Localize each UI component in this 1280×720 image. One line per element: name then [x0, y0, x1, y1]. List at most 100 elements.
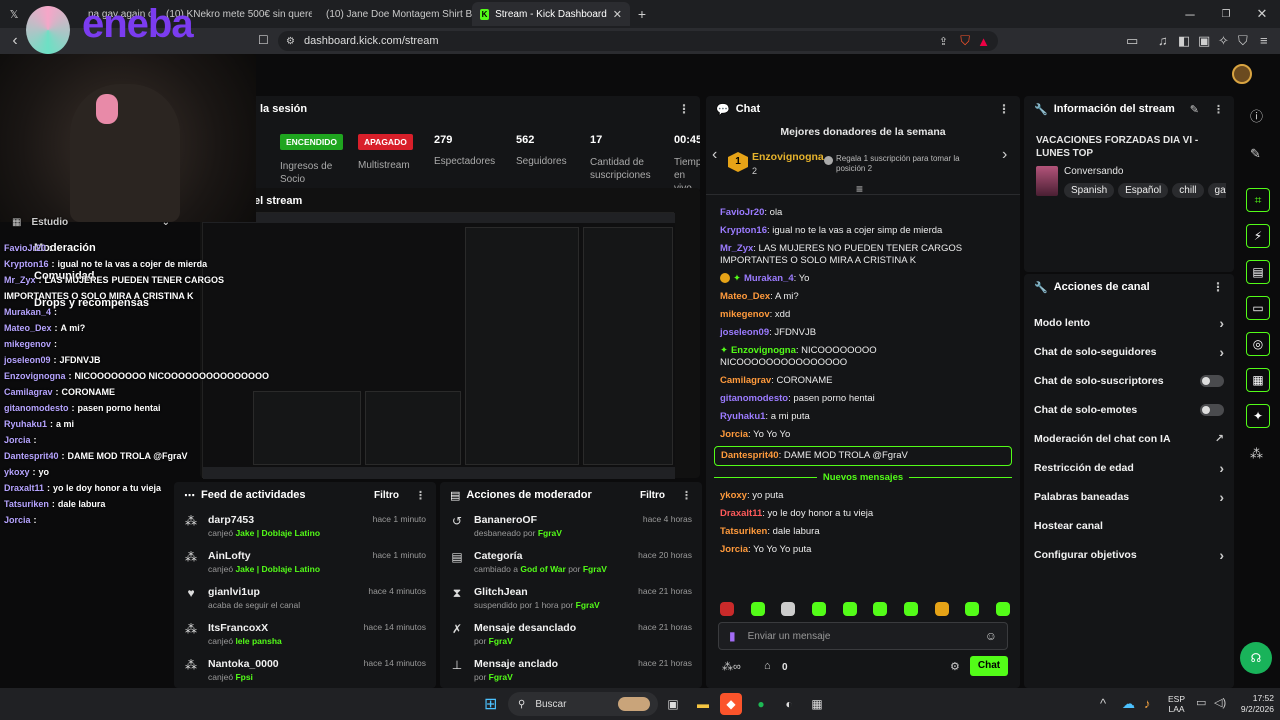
mic-icon[interactable]: ▮	[729, 629, 736, 643]
add-widget-icon[interactable]: ⁂	[1250, 446, 1263, 462]
chat-username[interactable]: Tatsuriken	[720, 526, 767, 537]
emote-icon[interactable]	[995, 602, 1010, 616]
chat-username[interactable]: Mr_Zyx	[720, 243, 753, 254]
user-avatar[interactable]	[1232, 64, 1252, 84]
feed-name[interactable]: Categoría	[474, 550, 628, 562]
sidebar-icon[interactable]: ▭	[1126, 33, 1138, 49]
channel-action-row[interactable]: Restricción de edad ›	[1024, 453, 1234, 482]
chat-username[interactable]: Tatsuriken	[4, 496, 49, 512]
chat-username[interactable]: Ryuhaku1	[4, 416, 47, 432]
emote-icon[interactable]	[750, 602, 765, 616]
emote-icon[interactable]	[842, 602, 857, 616]
chat-settings-icon[interactable]: ⚙	[950, 660, 960, 673]
chat-username[interactable]: ykoxy	[4, 464, 30, 480]
channel-action-row[interactable]: Modo lento ›	[1024, 308, 1234, 337]
rail-tools-button[interactable]: ✦	[1246, 404, 1270, 428]
store-icon[interactable]: ⌂	[764, 660, 771, 672]
chat-username[interactable]: joseleon09	[720, 327, 769, 338]
chat-username[interactable]: Mateo_Dex	[4, 320, 52, 336]
feed-name[interactable]: ItsFrancoxX	[208, 622, 354, 634]
activity-filter-button[interactable]: Filtro	[374, 490, 399, 501]
emote-icon[interactable]	[720, 602, 734, 616]
more-options-icon[interactable]: ⋮	[678, 102, 690, 116]
chat-options-icon[interactable]: ⋮	[998, 102, 1010, 116]
emoji-icon[interactable]: ☺	[985, 629, 997, 643]
taskbar-search[interactable]: ⚲ Buscar	[508, 692, 658, 716]
rail-chat-button[interactable]: ▭	[1246, 296, 1270, 320]
tray-lang[interactable]: ESP LAA	[1168, 694, 1185, 714]
emote-icon[interactable]	[873, 602, 888, 616]
chat-username[interactable]: FavioJr20	[4, 240, 46, 256]
chat-username[interactable]: Enzovignogna	[731, 345, 796, 356]
emote-icon[interactable]	[965, 602, 980, 616]
tag-pill[interactable]: Español	[1118, 183, 1169, 198]
chat-username[interactable]: Jorcia	[720, 429, 748, 440]
feed-target[interactable]: Fpsi	[235, 672, 252, 682]
tag-pill[interactable]: Spanish	[1064, 183, 1115, 198]
tray-network-icon[interactable]: ▭	[1196, 696, 1206, 709]
channel-action-row[interactable]: Moderación del chat con IA ↗	[1024, 424, 1234, 453]
channel-action-row[interactable]: Hostear canal	[1024, 511, 1234, 540]
toggle-switch[interactable]	[1200, 374, 1224, 387]
donors-next-icon[interactable]: ›	[1002, 146, 1007, 164]
feed-name[interactable]: gianlvi1up	[208, 586, 358, 598]
chat-username[interactable]: mikegenov	[720, 309, 770, 320]
channel-action-row[interactable]: Chat de solo-seguidores ›	[1024, 337, 1234, 366]
chat-username[interactable]: Jorcia	[720, 544, 748, 555]
chat-username[interactable]: Camilagrav	[720, 375, 771, 386]
channel-action-row[interactable]: Chat de solo-suscriptores	[1024, 366, 1234, 395]
donor-name[interactable]: Enzovignogna	[752, 151, 824, 163]
tray-mic-icon[interactable]: ♪	[1144, 696, 1151, 711]
feed-target[interactable]: FgraV	[538, 528, 562, 538]
rail-broadcast-button[interactable]: ◎	[1246, 332, 1270, 356]
feed-target[interactable]: FgraV	[489, 672, 513, 682]
rail-layout-button[interactable]: ▦	[1246, 368, 1270, 392]
reader-icon[interactable]: ◧	[1178, 33, 1190, 49]
bookmark-icon[interactable]: ☐	[258, 33, 269, 47]
chat-username[interactable]: joseleon09	[4, 352, 51, 368]
share-icon[interactable]: ⇪	[939, 35, 948, 48]
feed-target[interactable]: Jake | Doblaje Latino	[235, 564, 320, 574]
chat-username[interactable]: gitanomodesto	[4, 400, 69, 416]
brave-icon[interactable]: ◆	[720, 693, 742, 715]
chat-username[interactable]: Draxalt11	[4, 480, 44, 496]
chat-username[interactable]: Ryuhaku1	[720, 411, 765, 422]
emote-icon[interactable]	[811, 602, 826, 616]
task-view-icon[interactable]: ▣	[662, 693, 684, 715]
edit-icon[interactable]: ✎	[1190, 103, 1199, 116]
chat-username[interactable]: Mr_Zyx	[4, 272, 36, 288]
feed-target[interactable]: FgraV	[576, 600, 600, 610]
chat-username[interactable]: Mateo_Dex	[720, 291, 770, 302]
tray-chevron-icon[interactable]: ^	[1100, 696, 1106, 711]
feed-target[interactable]: God of War	[520, 564, 565, 574]
chat-username[interactable]: FavioJr20	[720, 207, 764, 218]
emote-icon[interactable]	[903, 602, 918, 616]
feed-name[interactable]: GlitchJean	[474, 586, 628, 598]
steam-icon[interactable]: ◐	[778, 693, 800, 715]
emote-icon[interactable]	[781, 602, 796, 616]
leo-ai-icon[interactable]: ✧	[1218, 33, 1229, 49]
chat-username[interactable]: Krypton16	[720, 225, 767, 236]
vpn-icon[interactable]: ⛉	[1238, 33, 1248, 49]
chat-username[interactable]: Jorcia	[4, 432, 31, 448]
mod-filter-button[interactable]: Filtro	[640, 490, 665, 501]
browser-tab-active[interactable]: K Stream - Kick Dashboard ✕	[472, 2, 630, 26]
channel-action-row[interactable]: Configurar objetivos ›	[1024, 540, 1234, 569]
chat-username[interactable]: Dantesprit40	[4, 448, 59, 464]
feed-name[interactable]: Mensaje anclado	[474, 658, 628, 670]
feed-name[interactable]: AinLofty	[208, 550, 363, 562]
support-button[interactable]: ☊	[1240, 642, 1272, 674]
chat-username[interactable]: Murakan_4	[744, 273, 794, 284]
chat-username[interactable]: mikegenov	[4, 336, 51, 352]
rail-document-button[interactable]: ▤	[1246, 260, 1270, 284]
chat-username[interactable]: Murakan_4	[4, 304, 51, 320]
kick-points-icon[interactable]: ⁂∞	[722, 660, 741, 673]
chat-username[interactable]: gitanomodesto	[720, 393, 788, 404]
calculator-icon[interactable]: ▦	[806, 693, 828, 715]
feed-target[interactable]: FgraV	[583, 564, 607, 574]
menu-icon[interactable]: ≡	[1260, 33, 1268, 48]
browser-tab-3[interactable]: (10) Jane Doe Montagem Shirt Bluef	[312, 2, 472, 26]
tray-onedrive-icon[interactable]: ☁	[1122, 696, 1135, 712]
close-tab-icon[interactable]: ✕	[613, 8, 622, 21]
brave-shield-icon[interactable]: ⛉	[960, 33, 970, 49]
